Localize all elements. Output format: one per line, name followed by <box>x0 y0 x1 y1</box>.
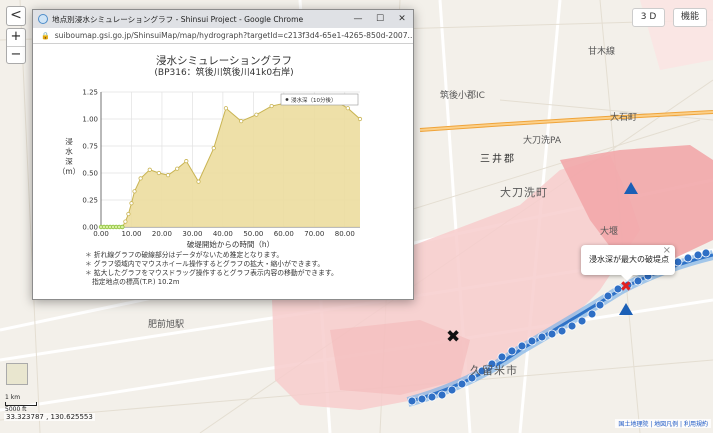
y-axis-label: （m） <box>58 167 80 176</box>
window-title: 地点別浸水シミュレーショングラフ - Shinsui Project - Goo… <box>52 14 304 24</box>
map-label-amagi: 甘木線 <box>588 47 616 57</box>
data-point <box>156 170 161 176</box>
zoom-out-button[interactable]: − <box>7 46 25 63</box>
x-tick-label: 0.00 <box>93 230 109 238</box>
y-tick-label: 1.00 <box>82 116 98 124</box>
map-label-station: 肥前旭駅 <box>148 320 185 330</box>
x-tick-label: 80.00 <box>335 230 355 238</box>
data-point <box>184 159 189 164</box>
data-point <box>129 201 134 206</box>
scale-bar: 1 km 5000 ft <box>5 394 37 414</box>
map-label-ohomachi: 大石町 <box>610 113 638 123</box>
data-point <box>138 176 143 181</box>
dry-point <box>120 224 125 230</box>
popup-close-icon[interactable]: × <box>663 236 671 266</box>
attribution-links[interactable]: 国土地理院 | 地図凡例 | 利用規約 <box>615 419 711 428</box>
hydrograph-chart[interactable]: 0.000.250.500.751.001.250.00 10.00 20.00 30… <box>33 44 415 250</box>
x-tick-label: 10.00 <box>121 230 141 238</box>
address-bar[interactable]: 🔒 suiboumap.gsi.go.jp/ShinsuiMap/map/hyd… <box>33 28 413 44</box>
breach-marker-icon[interactable] <box>619 303 633 315</box>
legend-swatch <box>285 98 289 101</box>
y-axis-label: 深 <box>65 157 73 166</box>
note-1: ＊折れ線グラフの破線部分はデータがないため推定となります。 <box>85 251 284 259</box>
y-tick-label: 0.75 <box>82 143 98 151</box>
globe-icon <box>38 14 48 24</box>
data-point <box>132 189 137 194</box>
y-tick-label: 0.50 <box>82 170 98 178</box>
functions-button[interactable]: 機能 <box>673 8 707 27</box>
data-point <box>223 106 229 111</box>
breach-marker-icon[interactable] <box>624 182 638 194</box>
lock-icon: 🔒 <box>41 31 50 40</box>
data-point <box>211 146 216 151</box>
data-point <box>165 173 171 178</box>
3d-button[interactable]: 3 D <box>632 8 665 27</box>
window-titlebar[interactable]: 地点別浸水シミュレーショングラフ - Shinsui Project - Goo… <box>33 10 413 28</box>
minimap-icon[interactable] <box>6 363 28 385</box>
popup-text: 浸水深が最大の破堤点 <box>589 255 669 264</box>
map-label-kurume: 久留米市 <box>470 364 518 377</box>
y-axis-label: 浸 <box>65 137 73 146</box>
x-axis-label: 破堤開始からの時間（h） <box>187 239 274 249</box>
data-point <box>147 167 152 172</box>
hydrograph-window[interactable]: 地点別浸水シミュレーショングラフ - Shinsui Project - Goo… <box>32 9 414 300</box>
note-4: 指定地点の標高(T.P.) 10.2m <box>92 278 180 286</box>
maximize-icon[interactable]: ☐ <box>369 14 391 24</box>
x-tick-label: 20.00 <box>152 230 172 238</box>
max-depth-breach-icon[interactable]: ✖ <box>620 280 632 294</box>
minimize-icon[interactable]: — <box>347 14 369 24</box>
x-tick-label: 50.00 <box>243 230 263 238</box>
url-text: suiboumap.gsi.go.jp/ShinsuiMap/map/hydro… <box>54 31 413 40</box>
data-point <box>175 166 180 171</box>
graph-content: 浸水シミュレーショングラフ (BP316：筑後川筑後川41k0右岸) 0.00 0… <box>33 44 413 299</box>
map-label-mitsui: 三井郡 <box>480 154 516 165</box>
data-point <box>196 179 201 184</box>
x-tick-label: 70.00 <box>304 230 324 238</box>
zoom-control: + − <box>6 28 26 64</box>
map-label-ic: 筑後小郡IC <box>440 91 485 101</box>
data-point <box>345 106 350 111</box>
close-icon[interactable]: ✕ <box>391 14 413 24</box>
legend-label: 浸水深（10分後） <box>291 96 337 104</box>
x-tick-label: 30.00 <box>182 230 202 238</box>
y-axis-label: 水 <box>65 146 73 156</box>
back-button[interactable]: < <box>6 6 26 26</box>
x-tick-label: 40.00 <box>213 230 233 238</box>
note-2: ＊グラフ領域内でマウスホイール操作するとグラフの拡大・縮小ができます。 <box>85 260 325 268</box>
coordinate-readout: 33.323787 , 130.625553 <box>4 413 95 421</box>
data-point <box>123 219 128 224</box>
data-point <box>239 119 244 124</box>
x-tick-label: 60.00 <box>274 230 294 238</box>
map-label-tachiarai: 大刀洗町 <box>500 186 548 199</box>
y-tick-label: 1.25 <box>82 89 98 97</box>
zoom-in-button[interactable]: + <box>7 29 25 46</box>
note-3: ＊拡大したグラフをマウスドラッグ操作するとグラフ表示内容の移動ができます。 <box>85 269 338 277</box>
breach-popup: 浸水深が最大の破堤点 × <box>581 245 675 281</box>
map-label-ozeki: 大堰 <box>600 227 619 237</box>
data-point <box>357 116 363 122</box>
map-label-pa: 大刀洗PA <box>523 136 562 146</box>
data-point <box>269 103 274 109</box>
data-point <box>126 211 131 217</box>
y-tick-label: 0.25 <box>82 197 98 205</box>
data-point <box>254 112 259 117</box>
selected-point-cross-icon[interactable]: ✖ <box>446 329 460 346</box>
graph-notes: ＊折れ線グラフの破線部分はデータがないため推定となります。 ＊グラフ領域内でマウ… <box>85 251 338 287</box>
